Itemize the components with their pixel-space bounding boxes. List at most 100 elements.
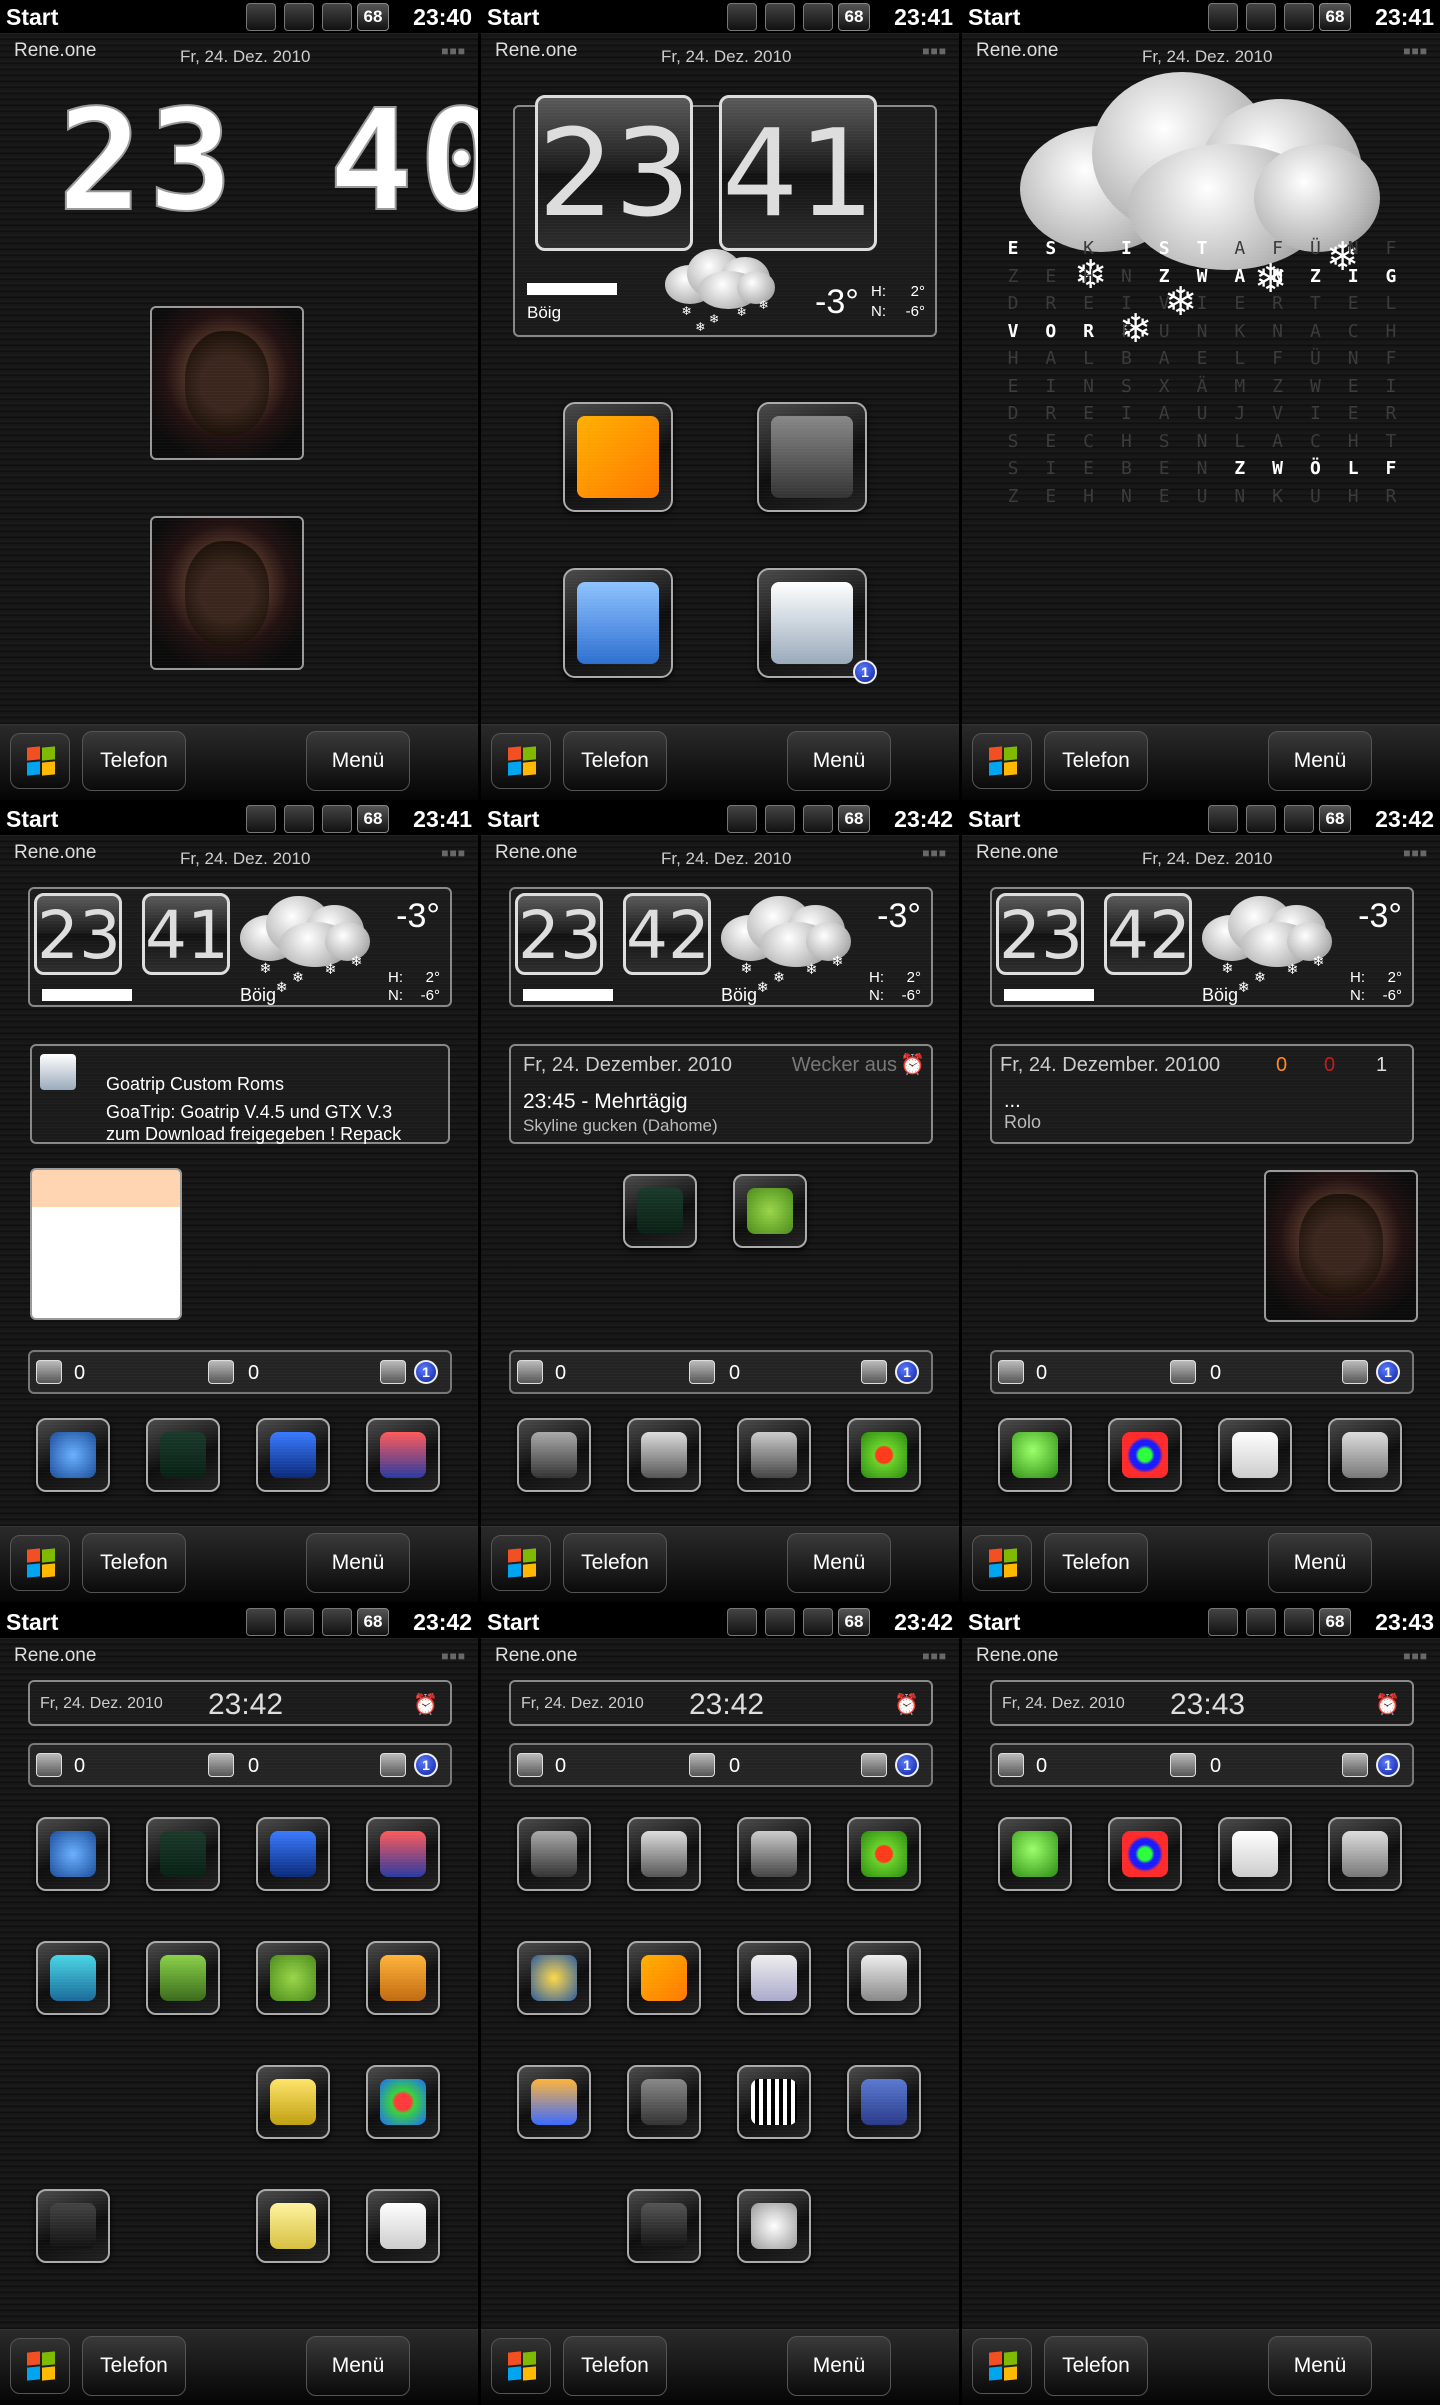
notification-counter-bar[interactable]: 0 0 1 [509, 1743, 933, 1787]
windows-start-button[interactable] [10, 733, 70, 789]
headphones-tile[interactable] [757, 402, 867, 512]
start-title[interactable]: Start [968, 806, 1020, 833]
bluetooth-settings-tile[interactable] [36, 1817, 110, 1891]
start-title[interactable]: Start [6, 1609, 58, 1636]
wifi-icon[interactable] [727, 1608, 757, 1636]
camcorder-tile[interactable] [517, 1817, 591, 1891]
icq-flower-tile[interactable] [847, 1418, 921, 1492]
signal-icon[interactable] [284, 3, 314, 31]
contact-photo-call[interactable] [150, 306, 304, 460]
wifi-icon[interactable] [727, 3, 757, 31]
cards-tile[interactable] [1218, 1817, 1292, 1891]
screenshot-thumbnail[interactable] [30, 1168, 182, 1320]
windows-start-button[interactable] [491, 733, 551, 789]
desktop-sync-tile[interactable] [256, 1817, 330, 1891]
notification-counter-bar[interactable]: 0 0 1 [509, 1350, 933, 1394]
photo-gallery-tile[interactable] [517, 2065, 591, 2139]
headphones-tile[interactable] [627, 2065, 701, 2139]
start-title[interactable]: Start [968, 4, 1020, 31]
cards-tile[interactable] [1218, 1418, 1292, 1492]
phone-media-tile[interactable] [627, 2189, 701, 2263]
menu-button[interactable]: Menü [306, 2336, 410, 2396]
dots-game-tile[interactable] [1108, 1817, 1182, 1891]
telefon-button[interactable]: Telefon [1044, 1533, 1148, 1593]
tasks-widget[interactable]: Fr, 24. Dezember. 20100 0 0 1... Rolo [990, 1044, 1414, 1144]
battery-level[interactable]: 68 [838, 1608, 870, 1636]
status-time[interactable]: 23:41 [894, 4, 953, 31]
menu-button[interactable]: Menü [787, 2336, 891, 2396]
camera-icon[interactable] [803, 805, 833, 833]
battery-level[interactable]: 68 [1319, 3, 1351, 31]
calculator-tile[interactable] [847, 1941, 921, 2015]
messaging-tile[interactable] [563, 568, 673, 678]
menu-button[interactable]: Menü [1268, 2336, 1372, 2396]
camera-icon[interactable] [1284, 1608, 1314, 1636]
flashlight-tile[interactable] [627, 1418, 701, 1492]
camera-icon[interactable] [1284, 805, 1314, 833]
windows-start-button[interactable] [491, 1535, 551, 1591]
menu-button[interactable]: Menü [787, 731, 891, 791]
clock-weather-widget[interactable]: 23 42 ❄ ❄ ❄ ❄ ❄ -3° Böig H: 2° N: -6° [509, 887, 933, 1007]
telefon-button[interactable]: Telefon [82, 2336, 186, 2396]
signal-icon[interactable] [284, 1608, 314, 1636]
telefon-button[interactable]: Telefon [82, 1533, 186, 1593]
task-monitor-tile[interactable] [146, 1817, 220, 1891]
notification-counter-bar[interactable]: 0 0 1 [28, 1350, 452, 1394]
camera-tile[interactable] [737, 1817, 811, 1891]
camera-icon[interactable] [1284, 3, 1314, 31]
arrows-tile[interactable] [563, 402, 673, 512]
wifi-icon[interactable] [727, 805, 757, 833]
signal-icon[interactable] [284, 805, 314, 833]
bsb-tile[interactable] [146, 1941, 220, 2015]
menu-button[interactable]: Menü [306, 731, 410, 791]
smiley-paint-tile[interactable] [256, 1941, 330, 2015]
desktop-sync-tile[interactable] [256, 1418, 330, 1492]
battery-level[interactable]: 68 [838, 805, 870, 833]
battery-level[interactable]: 68 [357, 3, 389, 31]
camera-icon[interactable] [322, 1608, 352, 1636]
telefon-button[interactable]: Telefon [1044, 2336, 1148, 2396]
notification-counter-bar[interactable]: 0 0 1 [990, 1743, 1414, 1787]
smiley-paint-tile[interactable] [733, 1174, 807, 1248]
start-title[interactable]: Start [6, 806, 58, 833]
telefon-button[interactable]: Telefon [82, 731, 186, 791]
telefon-button[interactable]: Telefon [563, 731, 667, 791]
bluetooth-settings-tile[interactable] [36, 1418, 110, 1492]
qr-code-tile[interactable] [737, 2065, 811, 2139]
cube-tile[interactable] [36, 1941, 110, 2015]
google-maps-tile[interactable] [737, 1941, 811, 2015]
windows-start-button[interactable] [972, 1535, 1032, 1591]
status-time[interactable]: 23:42 [1375, 806, 1434, 833]
battery-level[interactable]: 68 [1319, 1608, 1351, 1636]
icq-flower-tile[interactable] [847, 1817, 921, 1891]
compass-tile[interactable] [517, 1941, 591, 2015]
signal-icon[interactable] [765, 3, 795, 31]
status-time[interactable]: 23:43 [1375, 1609, 1434, 1636]
green-ball-tile[interactable] [998, 1418, 1072, 1492]
camcorder-tile[interactable] [517, 1418, 591, 1492]
camera-icon[interactable] [322, 805, 352, 833]
menu-button[interactable]: Menü [1268, 1533, 1372, 1593]
android-phone-tile[interactable] [36, 2189, 110, 2263]
battery-level[interactable]: 68 [357, 805, 389, 833]
green-ball-tile[interactable] [998, 1817, 1072, 1891]
camera-icon[interactable] [803, 1608, 833, 1636]
battery-level[interactable]: 68 [357, 1608, 389, 1636]
start-title[interactable]: Start [487, 1609, 539, 1636]
windows-start-button[interactable] [10, 2338, 70, 2394]
battery-level[interactable]: 68 [1319, 805, 1351, 833]
date-time-bar[interactable]: Fr, 24. Dez. 2010 23:42 ⏰ [28, 1680, 452, 1726]
stopwatch-tile[interactable] [737, 2189, 811, 2263]
flip-clock-weather-widget[interactable]: 23 41 ❄ ❄ ❄ ❄ ❄ Böig -3° H: 2° N: -6° [513, 95, 937, 337]
menu-button[interactable]: Menü [787, 1533, 891, 1593]
document-molecule-tile[interactable] [366, 2189, 440, 2263]
wifi-icon[interactable] [1208, 805, 1238, 833]
update-note-tile[interactable] [256, 2189, 330, 2263]
status-time[interactable]: 23:40 [413, 4, 472, 31]
menu-button[interactable]: Menü [306, 1533, 410, 1593]
windows-start-button[interactable] [491, 2338, 551, 2394]
notification-counter-bar[interactable]: 0 0 1 [28, 1743, 452, 1787]
telefon-button[interactable]: Telefon [563, 1533, 667, 1593]
wifi-icon[interactable] [1208, 3, 1238, 31]
contact-photo-card[interactable] [150, 516, 304, 670]
